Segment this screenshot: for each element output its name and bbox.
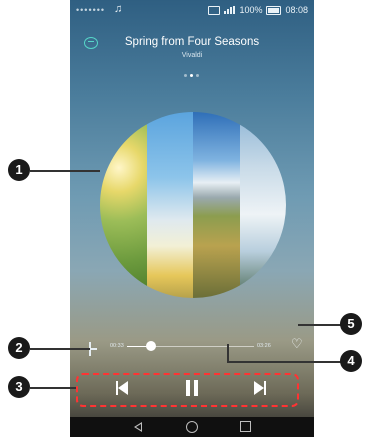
signal-icon xyxy=(224,6,236,14)
callout-3: 3 xyxy=(8,376,30,398)
heart-icon[interactable]: ♡ xyxy=(291,337,303,350)
status-icons: 100% 08:08 xyxy=(208,5,308,15)
battery-percent: 100% xyxy=(239,5,263,15)
status-time: 08:08 xyxy=(285,5,308,15)
callout-leader-4-vertical xyxy=(227,344,229,362)
callout-leader-3 xyxy=(30,387,76,389)
playback-controls-highlight xyxy=(76,373,299,407)
callout-5: 5 xyxy=(340,313,362,335)
music-note-icon: ♫ xyxy=(114,3,123,15)
progress-bar[interactable] xyxy=(127,341,254,351)
navigation-bar xyxy=(70,417,314,437)
callout-2: 2 xyxy=(8,337,30,359)
callout-1: 1 xyxy=(8,159,30,181)
callout-leader-1 xyxy=(30,170,100,172)
nav-home-icon[interactable] xyxy=(186,421,198,433)
total-time: 03:26 xyxy=(257,343,271,349)
callout-leader-5 xyxy=(298,324,342,326)
progress-thumb[interactable] xyxy=(146,341,157,351)
elapsed-time: 00:33 xyxy=(110,343,124,349)
song-artist: Vivaldi xyxy=(181,52,203,59)
callout-leader-4 xyxy=(227,361,342,363)
nav-back-icon[interactable] xyxy=(134,422,142,432)
music-player-screen: ••••••• ♫ 100% 08:08 Spring from Four Se… xyxy=(70,0,314,437)
mini-player-icon[interactable] xyxy=(84,37,98,49)
album-art-summer xyxy=(146,112,193,298)
page-indicator xyxy=(184,74,199,77)
album-art-autumn xyxy=(193,112,240,298)
album-art[interactable] xyxy=(100,112,286,298)
carrier-label: ••••••• xyxy=(76,5,106,15)
callout-leader-2 xyxy=(30,348,90,350)
status-bar: ••••••• ♫ 100% 08:08 xyxy=(70,0,314,20)
battery-icon xyxy=(266,5,282,15)
album-art-winter xyxy=(239,112,286,298)
nav-recent-icon[interactable] xyxy=(240,421,251,432)
album-art-spring xyxy=(100,112,147,298)
callout-4: 4 xyxy=(340,350,362,372)
song-title: Spring from Four Seasons xyxy=(124,36,260,48)
nfc-icon xyxy=(208,5,221,15)
